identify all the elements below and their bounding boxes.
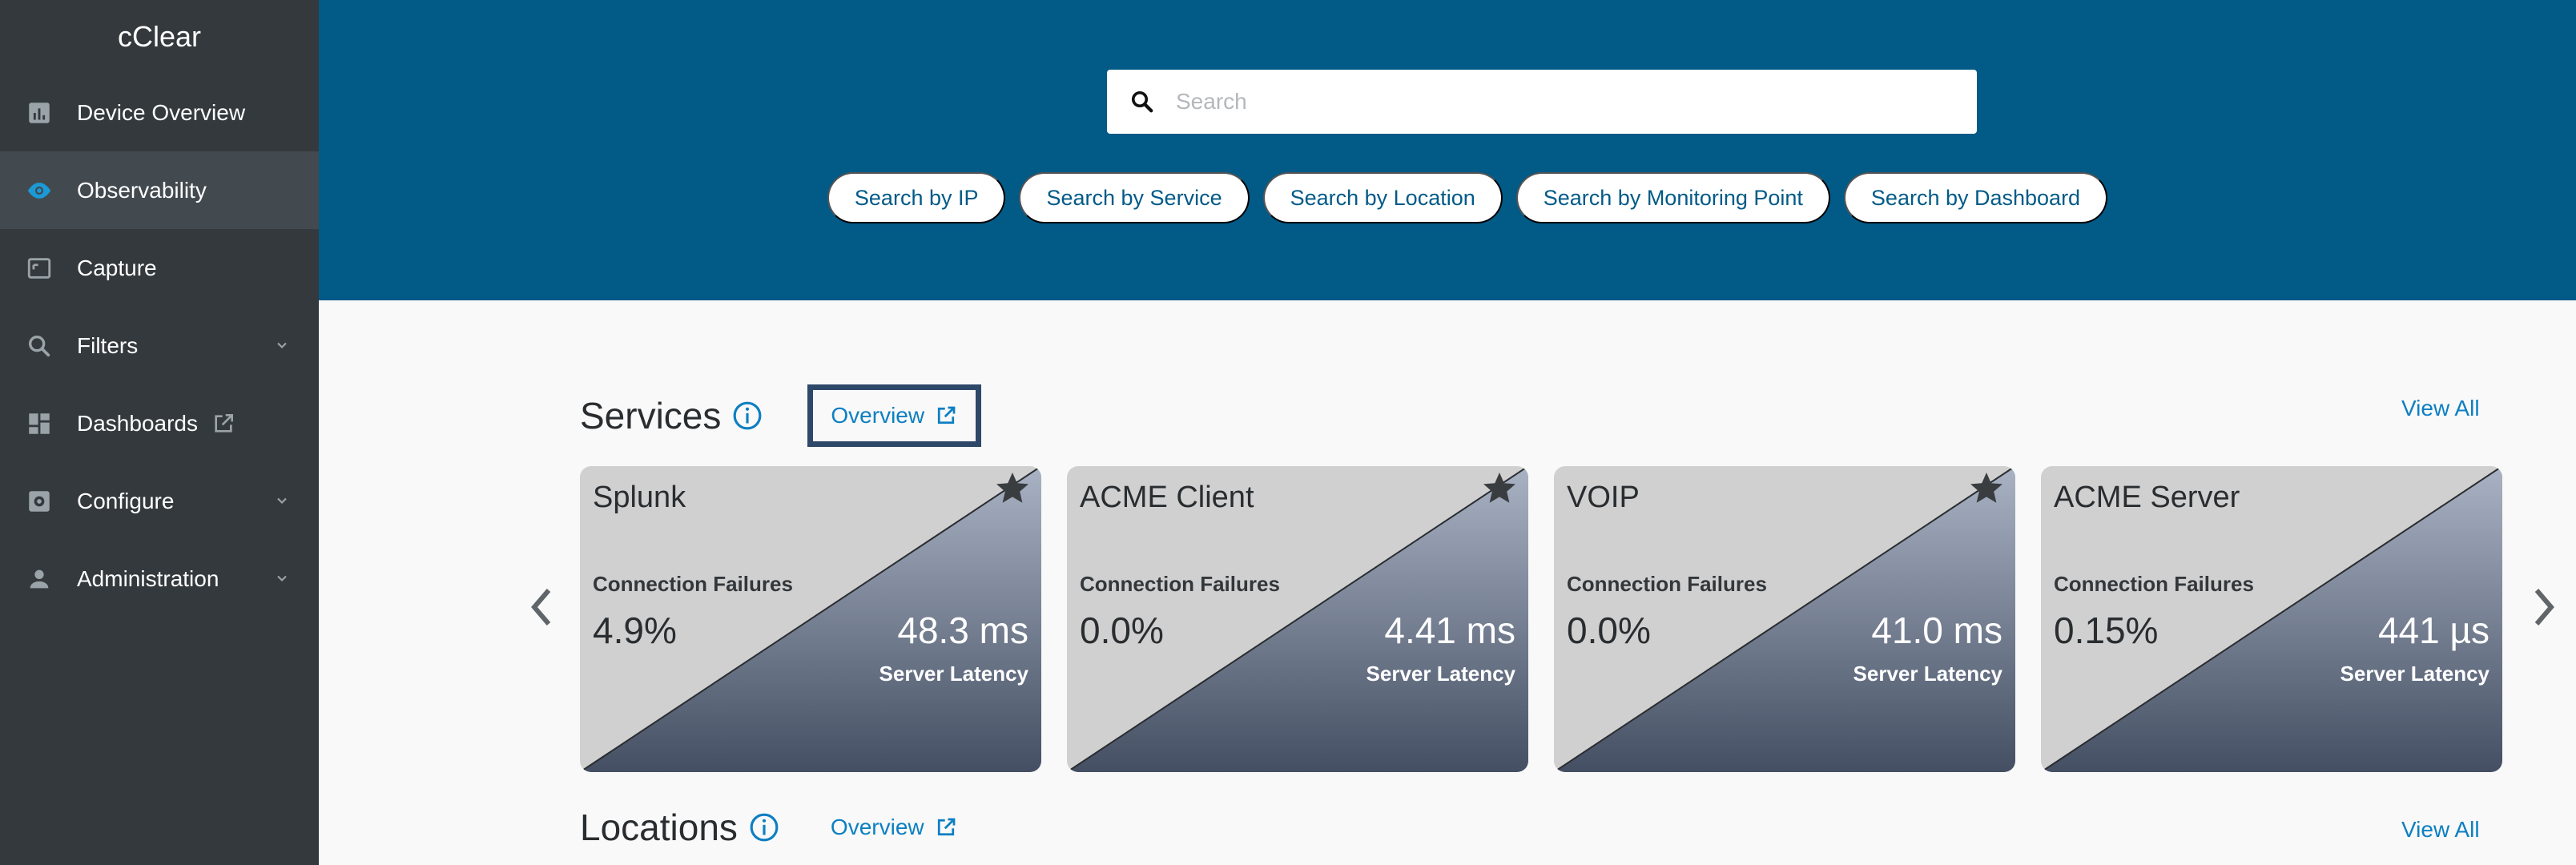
server-latency-label: Server Latency [1366, 662, 1515, 686]
person-icon [26, 565, 53, 593]
external-link-icon [211, 411, 236, 437]
settings-icon [26, 488, 53, 515]
service-name: Splunk [593, 481, 686, 514]
locations-title: Locations [580, 807, 738, 848]
sidebar-item-label: Dashboards [77, 410, 198, 436]
chevron-down-icon[interactable] [274, 566, 290, 592]
chevron-down-icon[interactable] [274, 489, 290, 514]
eye-icon [26, 177, 53, 204]
search-by-location-button[interactable]: Search by Location [1262, 172, 1503, 223]
connection-failures-value: 0.0% [1080, 610, 1164, 651]
search-box [1107, 70, 1977, 134]
sidebar-item-administration[interactable]: Administration [0, 540, 319, 618]
server-latency-value: 4.41 ms [1384, 610, 1515, 651]
star-icon[interactable] [1967, 469, 2006, 508]
bar-chart-icon [26, 99, 53, 127]
server-latency-value: 441 µs [2377, 610, 2489, 651]
connection-failures-label: Connection Failures [1567, 572, 1767, 596]
search-icon [1126, 86, 1158, 118]
chevron-right-icon [2534, 589, 2554, 626]
connection-failures-label: Connection Failures [2054, 572, 2254, 596]
service-card-voip[interactable]: VOIP Connection Failures 0.0% 41.0 ms Se… [1554, 466, 2015, 772]
chevron-left-icon [531, 589, 551, 626]
server-latency-value: 41.0 ms [1871, 610, 2002, 651]
sidebar-item-filters[interactable]: Filters [0, 307, 319, 384]
search-by-ip-button[interactable]: Search by IP [827, 172, 1006, 223]
sidebar: cClear Device Overview Observability Cap… [0, 0, 319, 865]
services-view-all-link[interactable]: View All [2401, 396, 2480, 421]
app-brand: cClear [117, 20, 202, 53]
service-name: ACME Server [2054, 481, 2240, 514]
carousel-prev-button[interactable] [525, 585, 557, 630]
connection-failures-value: 0.0% [1567, 610, 1651, 651]
locations-overview-link[interactable]: Overview [831, 815, 958, 840]
search-input[interactable] [1176, 74, 1977, 130]
sidebar-item-dashboards[interactable]: Dashboards [0, 384, 319, 462]
sidebar-item-capture[interactable]: Capture [0, 229, 319, 307]
server-latency-label: Server Latency [1853, 662, 2002, 686]
sidebar-item-label: Device Overview [77, 99, 246, 125]
connection-failures-value: 0.15% [2054, 610, 2159, 651]
locations-header: Locations Overview [580, 806, 958, 849]
external-link-icon [937, 406, 956, 424]
search-by-dashboard-button[interactable]: Search by Dashboard [1843, 172, 2108, 223]
search-icon [26, 332, 53, 360]
service-name: ACME Client [1080, 481, 1254, 514]
info-icon[interactable] [732, 400, 763, 431]
overview-label: Overview [830, 815, 924, 839]
search-banner: Search by IP Search by Service Search by… [319, 0, 2576, 300]
server-latency-value: 48.3 ms [897, 610, 1028, 651]
sidebar-item-label: Capture [77, 255, 157, 280]
sidebar-item-observability[interactable]: Observability [0, 151, 319, 229]
services-title: Services [580, 395, 722, 437]
service-card-splunk[interactable]: Splunk Connection Failures 4.9% 48.3 ms … [580, 466, 1041, 772]
services-overview-link[interactable]: Overview [807, 384, 982, 447]
connection-failures-value: 4.9% [593, 610, 677, 651]
external-link-icon [937, 818, 955, 836]
service-name: VOIP [1567, 481, 1640, 514]
locations-view-all-link[interactable]: View All [2401, 817, 2480, 843]
carousel-next-button[interactable] [2528, 585, 2560, 630]
star-icon[interactable] [1480, 469, 1519, 508]
server-latency-label: Server Latency [879, 662, 1028, 686]
service-card-acme-client[interactable]: ACME Client Connection Failures 0.0% 4.4… [1067, 466, 1528, 772]
dashboard-icon [26, 410, 53, 437]
sidebar-item-label: Administration [77, 565, 219, 591]
sidebar-item-device-overview[interactable]: Device Overview [0, 74, 319, 151]
connection-failures-label: Connection Failures [1080, 572, 1280, 596]
service-card-acme-server[interactable]: ACME Server Connection Failures 0.15% 44… [2041, 466, 2502, 772]
sidebar-item-configure[interactable]: Configure [0, 462, 319, 540]
sidebar-item-label: Filters [77, 332, 139, 358]
sidebar-item-label: Observability [77, 177, 207, 203]
search-by-buttons: Search by IP Search by Service Search by… [319, 172, 2576, 223]
server-latency-label: Server Latency [2340, 662, 2489, 686]
capture-icon [26, 255, 53, 282]
info-icon[interactable] [749, 812, 779, 843]
search-by-monitoring-point-button[interactable]: Search by Monitoring Point [1515, 172, 1830, 223]
sidebar-item-label: Configure [77, 488, 175, 513]
overview-label: Overview [831, 403, 925, 428]
search-by-service-button[interactable]: Search by Service [1019, 172, 1250, 223]
chevron-down-icon[interactable] [274, 333, 290, 359]
star-icon[interactable] [993, 469, 1032, 508]
services-header: Services Overview [580, 384, 982, 447]
connection-failures-label: Connection Failures [593, 572, 793, 596]
